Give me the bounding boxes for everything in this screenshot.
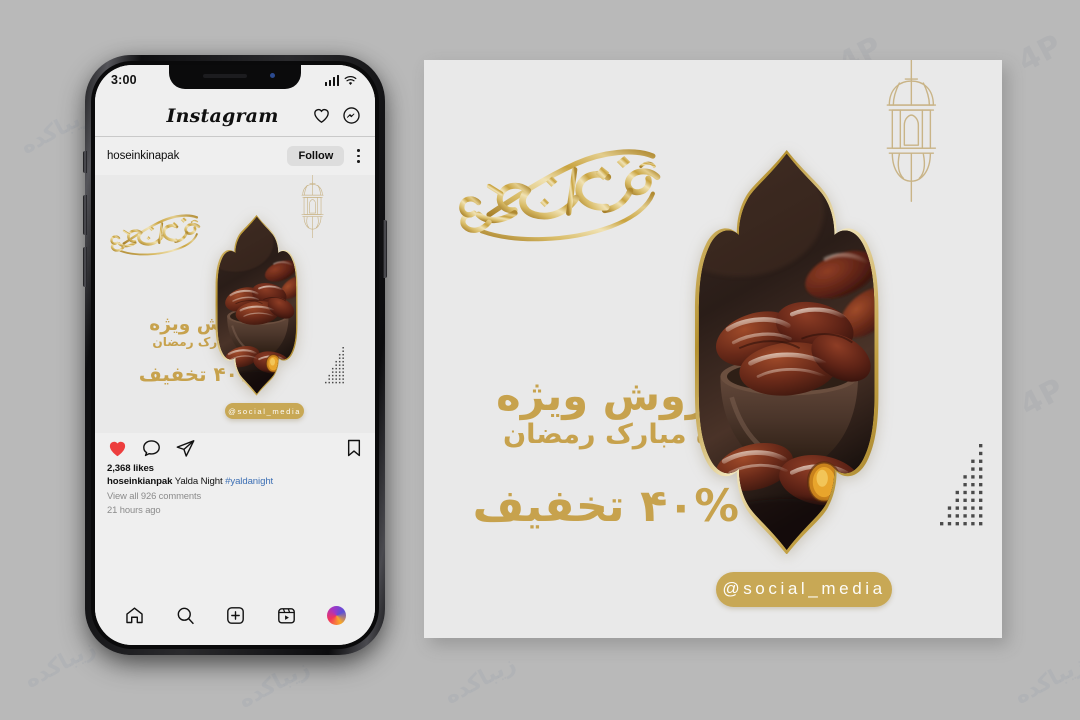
instagram-logo: Instagram	[166, 104, 279, 127]
calligraphy-wrap	[109, 212, 210, 267]
wifi-icon	[344, 75, 357, 85]
view-comments-link[interactable]: View all 926 comments	[107, 490, 363, 501]
social-handle-badge[interactable]: @social_media	[715, 571, 893, 608]
heart-outline-icon[interactable]	[312, 106, 331, 125]
phone-power-button[interactable]	[383, 220, 387, 278]
watermark-backdrop-8: زیباکده	[1010, 651, 1080, 710]
caption-line: hoseinkianpak Yalda Night #yaldanight	[107, 476, 363, 487]
post-caption-block: 2,368 likes hoseinkianpak Yalda Night #y…	[95, 463, 375, 593]
hanging-lantern-icon	[301, 175, 324, 239]
watermark-backdrop-3: زیباکده	[234, 655, 315, 714]
comment-bubble-icon[interactable]	[141, 438, 162, 459]
phone-body: 3:00 Instagram hoseinkinapak Follow فروش…	[83, 55, 387, 655]
ogee-arch-frame	[687, 149, 886, 555]
lantern-decoration	[881, 60, 942, 207]
messenger-icon[interactable]	[342, 106, 361, 125]
phone-volume-down-button[interactable]	[83, 247, 87, 287]
arch-frame-wrap	[212, 214, 301, 396]
phone-screen: 3:00 Instagram hoseinkinapak Follow فروش…	[95, 65, 375, 645]
earpiece-speaker	[203, 74, 247, 78]
phone-notch	[169, 65, 301, 89]
post-header: hoseinkinapak Follow	[95, 137, 375, 175]
likes-count: 2,368 likes	[107, 463, 154, 474]
reels-icon[interactable]	[276, 605, 297, 626]
search-icon[interactable]	[175, 605, 196, 626]
poster-thumbnail: فروش ویژه ماه مبارک رمضان ۴۰% تخفیف @soc…	[95, 175, 375, 433]
poster-canvas: فروش ویژه ماه مبارک رمضان ۴۰% تخفیف @soc…	[424, 60, 1002, 638]
arch-frame-wrap	[687, 149, 886, 555]
bookmark-icon[interactable]	[345, 438, 363, 458]
front-camera-icon	[270, 73, 275, 78]
social-handle-badge[interactable]: @social_media	[225, 403, 304, 420]
heart-filled-icon[interactable]	[107, 438, 128, 459]
signal-bars-icon	[324, 74, 339, 86]
dot-grid-decoration-wrap	[939, 444, 987, 535]
dot-grid-decoration-wrap	[325, 346, 346, 390]
dot-grid-decoration	[325, 346, 345, 383]
plus-square-icon[interactable]	[225, 605, 246, 626]
post-actions	[95, 433, 375, 463]
ogee-arch-frame	[212, 214, 301, 396]
phone-mockup: 3:00 Instagram hoseinkinapak Follow فروش…	[83, 55, 387, 659]
watermark-backdrop-7: 4P	[1014, 371, 1071, 424]
status-time: 3:00	[111, 73, 137, 87]
home-icon[interactable]	[124, 605, 145, 626]
phone-bezel: 3:00 Instagram hoseinkinapak Follow فروش…	[91, 61, 379, 649]
follow-button[interactable]: Follow	[287, 146, 345, 166]
instagram-header: Instagram	[95, 95, 375, 137]
ramadan-kareem-calligraphy	[110, 214, 201, 256]
more-vertical-icon[interactable]	[352, 147, 365, 164]
post-username[interactable]: hoseinkinapak	[107, 150, 279, 162]
caption-hashtag[interactable]: #yaldanight	[225, 476, 273, 487]
avatar-gradient-icon[interactable]	[327, 605, 347, 625]
calligraphy-wrap	[456, 144, 681, 262]
post-image[interactable]: فروش ویژه ماه مبارک رمضان ۴۰% تخفیف @soc…	[95, 175, 375, 433]
post-timestamp: 21 hours ago	[107, 504, 161, 515]
caption-text: Yalda Night	[174, 476, 223, 487]
poster-artwork: فروش ویژه ماه مبارک رمضان ۴۰% تخفیف @soc…	[424, 60, 1002, 638]
watermark-backdrop-6: 4P	[1012, 27, 1069, 80]
watermark-backdrop-4: زیباکده	[440, 651, 521, 710]
phone-silent-switch[interactable]	[83, 151, 87, 173]
dot-grid-decoration	[939, 444, 982, 526]
caption-username[interactable]: hoseinkianpak	[107, 476, 172, 487]
paper-plane-icon[interactable]	[175, 438, 196, 459]
ramadan-kareem-calligraphy	[459, 149, 661, 242]
hanging-lantern-icon	[886, 60, 936, 203]
phone-volume-up-button[interactable]	[83, 195, 87, 235]
lantern-decoration	[299, 175, 326, 243]
bottom-navigation	[95, 593, 375, 645]
status-bar: 3:00	[95, 65, 375, 95]
